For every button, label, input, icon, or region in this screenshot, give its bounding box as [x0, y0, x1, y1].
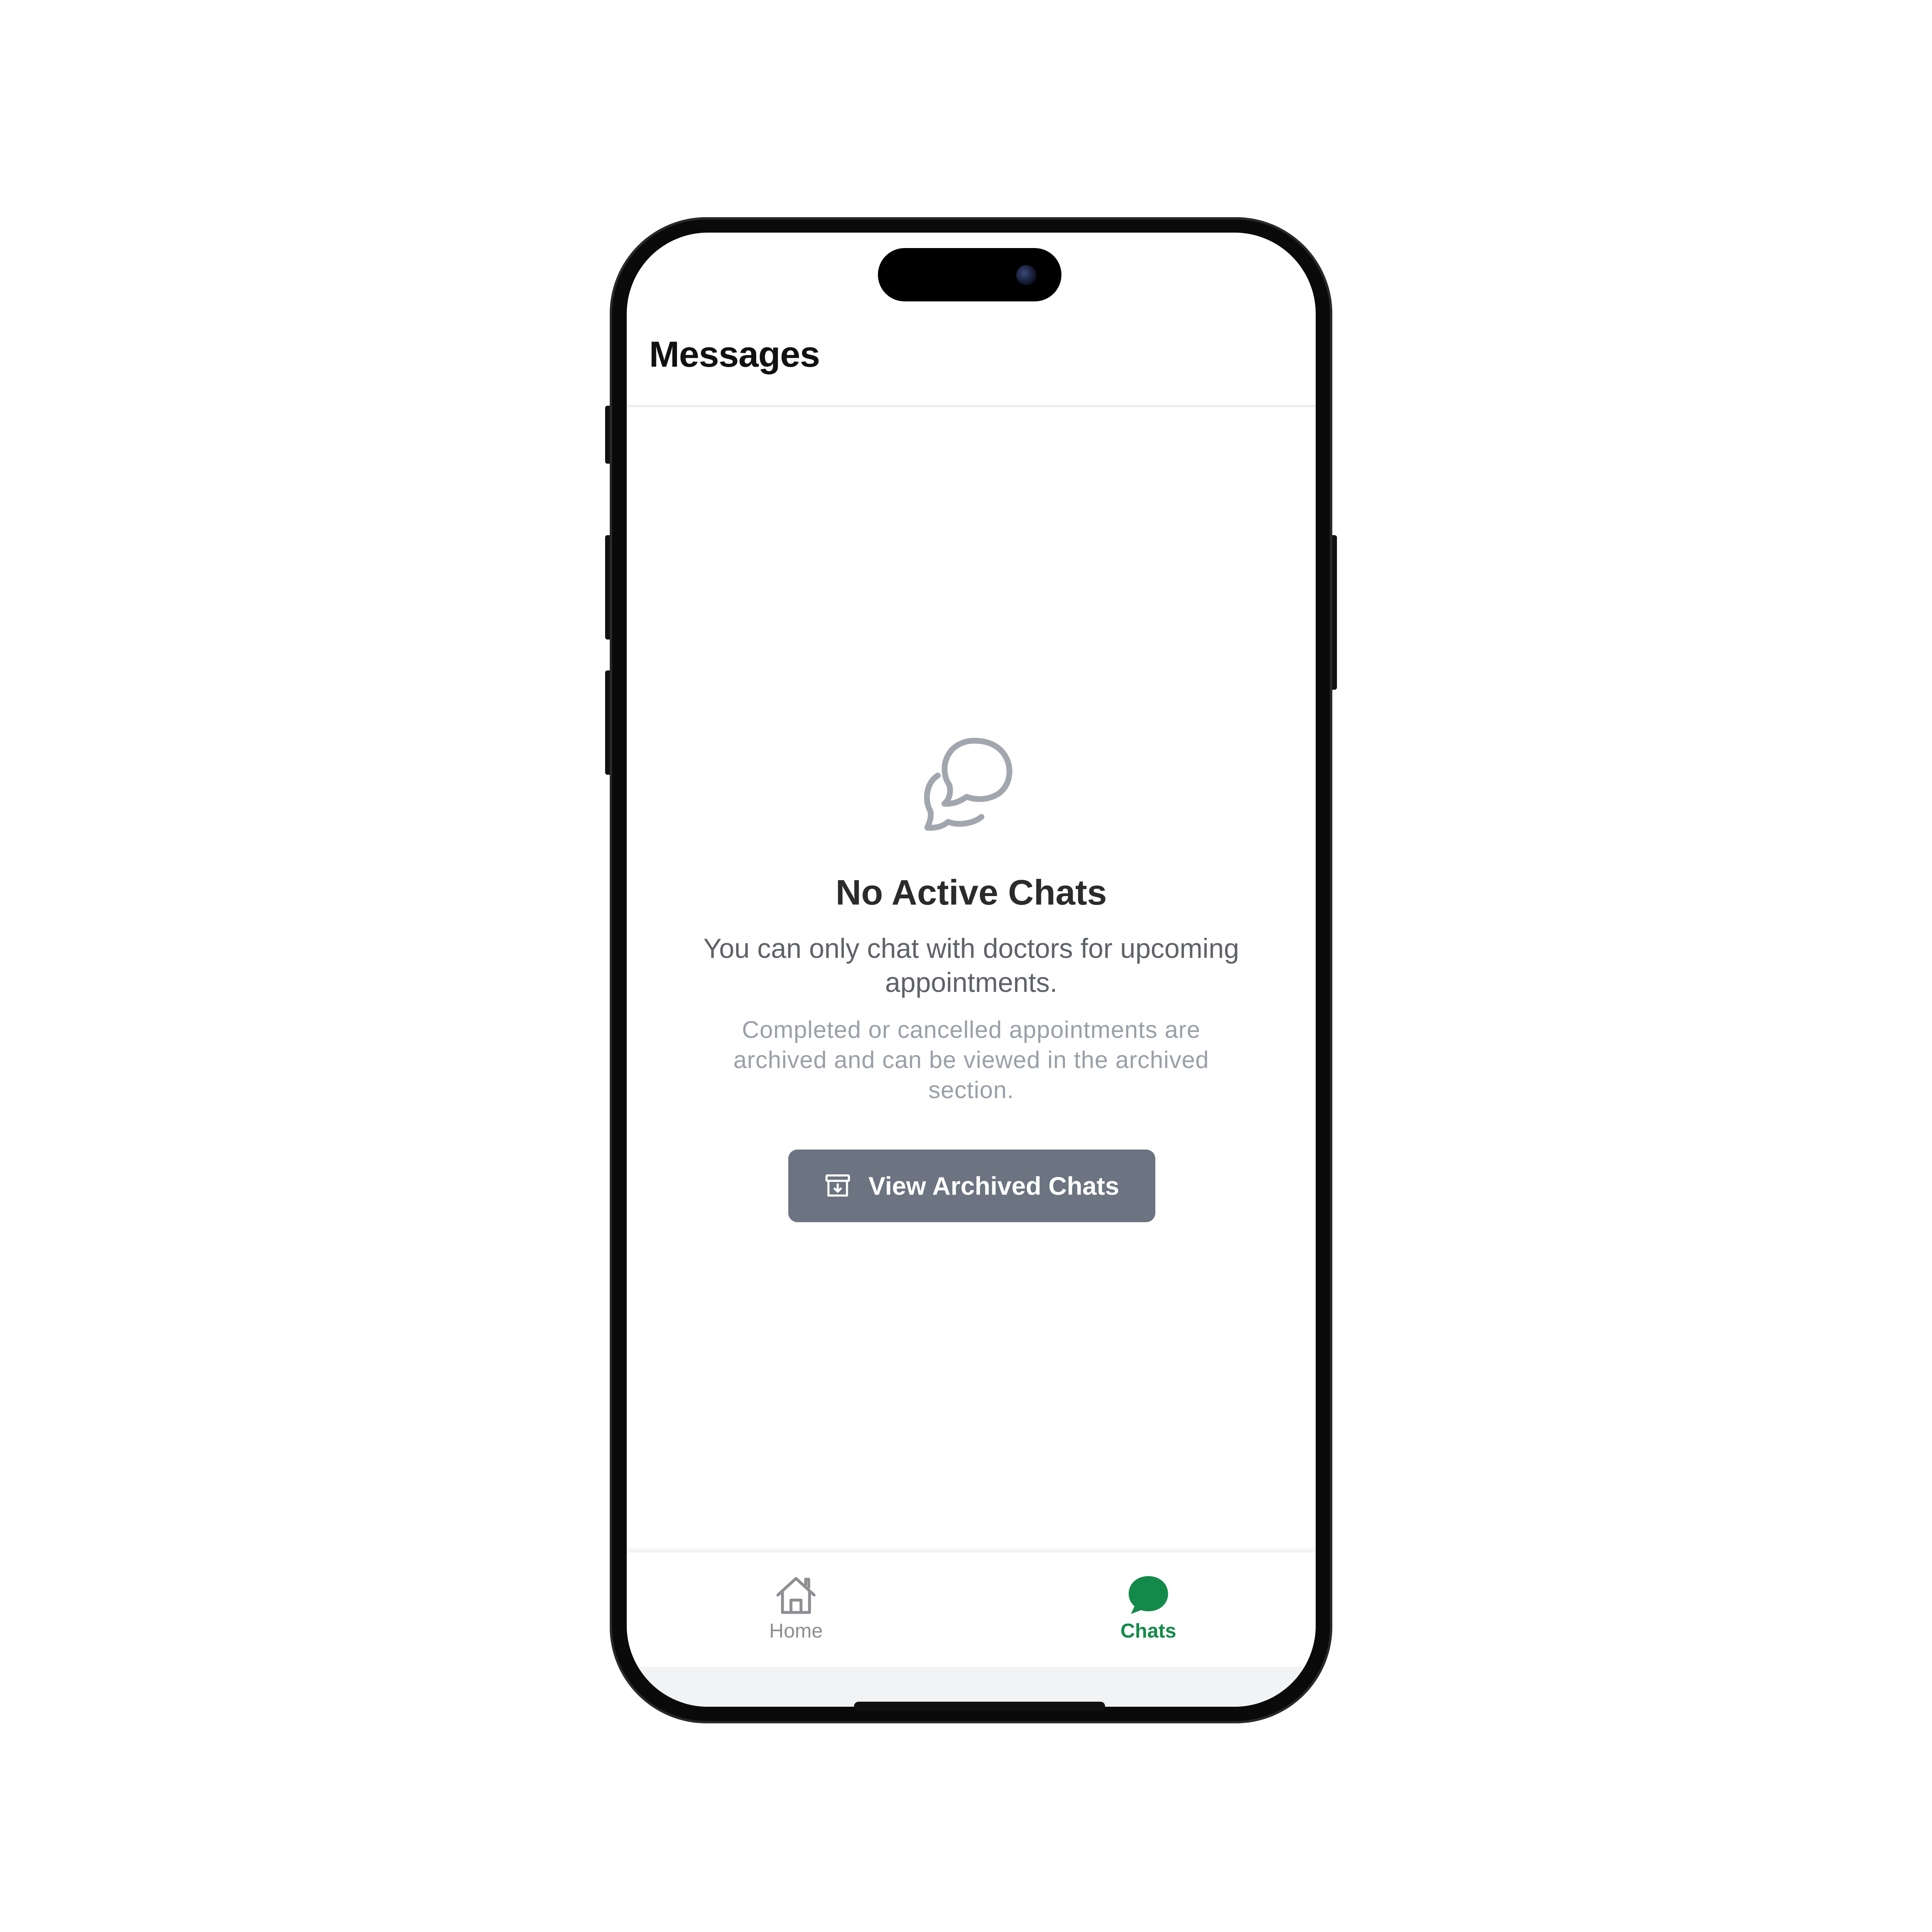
chat-bubbles-icon — [924, 738, 1012, 831]
app-screen: Messages No Active Chats You can only ch… — [627, 233, 1316, 1707]
home-icon — [776, 1577, 816, 1614]
empty-subtitle: You can only chat with doctors for upcom… — [703, 934, 1239, 998]
home-indicator[interactable] — [854, 1702, 1105, 1711]
tab-chats-label: Chats — [1120, 1620, 1177, 1642]
empty-title: No Active Chats — [835, 873, 1107, 912]
empty-note: Completed or cancelled appointments are … — [733, 1017, 1209, 1104]
tab-bar: Home Chats — [627, 1551, 1316, 1667]
device-mockup: Messages No Active Chats You can only ch… — [0, 0, 1932, 1932]
tab-home[interactable]: Home — [738, 1574, 854, 1651]
view-archived-chats-button[interactable]: View Archived Chats — [788, 1150, 1155, 1222]
chat-icon — [1129, 1576, 1168, 1614]
tab-chats[interactable]: Chats — [1090, 1574, 1206, 1651]
page-title: Messages — [649, 334, 820, 374]
archive-icon — [825, 1174, 850, 1197]
view-archived-chats-label: View Archived Chats — [868, 1172, 1119, 1200]
tab-home-label: Home — [769, 1620, 823, 1642]
home-indicator-area — [627, 1667, 1316, 1707]
camera-icon — [1016, 265, 1036, 285]
